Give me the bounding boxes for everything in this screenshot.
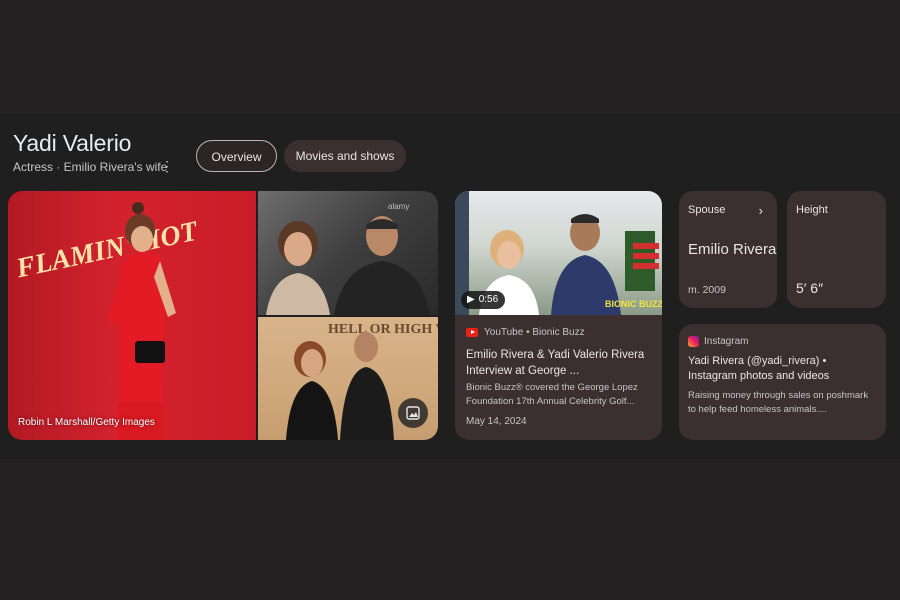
instagram-card[interactable]: Instagram Yadi Rivera (@yadi_rivera) • I… bbox=[679, 324, 886, 440]
more-options-icon[interactable]: ⋮ bbox=[160, 157, 174, 175]
red-carpet-illustration: FLAMIN' HOT bbox=[13, 202, 203, 440]
video-source: YouTube • Bionic Buzz bbox=[466, 327, 585, 338]
entity-title: Yadi Valerio bbox=[13, 130, 132, 156]
spouse-label: Spouse bbox=[688, 204, 726, 216]
height-card[interactable]: Height 5′ 6″ bbox=[787, 191, 886, 308]
image-gallery-icon[interactable] bbox=[398, 398, 428, 428]
tab-movies-and-shows[interactable]: Movies and shows bbox=[284, 140, 406, 172]
spouse-card[interactable]: Spouse › Emilio Rivera m. 2009 bbox=[679, 191, 777, 308]
video-duration: ▶ 0:56 bbox=[461, 291, 506, 309]
video-date: May 14, 2024 bbox=[466, 416, 527, 427]
photo-couple-premiere[interactable]: HELL OR HIGH WATER bbox=[258, 317, 438, 440]
play-icon: ▶ bbox=[467, 294, 475, 305]
watermark: alamy bbox=[388, 202, 409, 211]
image-credit: Robin L Marshall/Getty Images bbox=[18, 417, 155, 428]
sign-text: FLAMIN' HOT bbox=[13, 215, 203, 284]
tab-overview[interactable]: Overview bbox=[196, 140, 277, 172]
backdrop-text: HELL OR HIGH WATER bbox=[328, 322, 438, 337]
video-title[interactable]: Emilio Rivera & Yadi Valerio Rivera Inte… bbox=[466, 347, 654, 379]
chevron-right-icon: › bbox=[758, 203, 763, 218]
instagram-title[interactable]: Yadi Rivera (@yadi_rivera) • Instagram p… bbox=[688, 354, 878, 384]
photo-couple-event[interactable]: alamy bbox=[258, 191, 438, 315]
video-source-label: YouTube • Bionic Buzz bbox=[484, 327, 585, 338]
video-thumbnail[interactable]: BIONIC BUZZ ▶ 0:56 bbox=[455, 191, 662, 315]
duration-label: 0:56 bbox=[478, 294, 499, 305]
main-photo[interactable]: FLAMIN' HOT Robin L Marshall/Getty Image… bbox=[8, 191, 256, 440]
instagram-source: Instagram bbox=[688, 336, 748, 347]
height-value: 5′ 6″ bbox=[796, 280, 824, 296]
video-description: Bionic Buzz® covered the George Lopez Fo… bbox=[466, 382, 638, 407]
couple-illustration: alamy bbox=[266, 202, 430, 315]
instagram-source-label: Instagram bbox=[704, 336, 749, 347]
instagram-icon bbox=[688, 336, 699, 347]
video-result-card[interactable]: BIONIC BUZZ ▶ 0:56 YouTube • Bionic Buzz… bbox=[455, 191, 662, 440]
height-label: Height bbox=[796, 204, 828, 216]
thumb-text: BIONIC BUZZ bbox=[605, 299, 662, 309]
entity-subtitle: Actress · Emilio Rivera's wife bbox=[13, 160, 168, 174]
instagram-description: Raising money through sales on poshmark … bbox=[688, 390, 869, 415]
spouse-value: Emilio Rivera bbox=[688, 241, 777, 258]
youtube-icon bbox=[466, 328, 478, 337]
spouse-married-year: m. 2009 bbox=[688, 284, 726, 296]
